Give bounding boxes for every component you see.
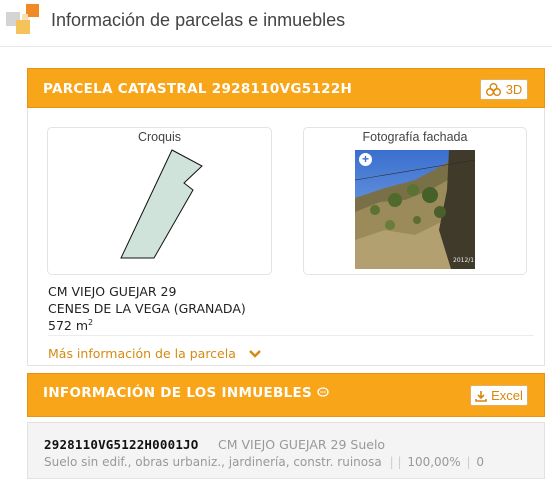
properties-panel: INFORMACIÓN DE LOS INMUEBLES Excel 29281… <box>27 373 545 479</box>
view-3d-button[interactable]: 3D <box>480 79 528 100</box>
parcel-panel-header: PARCELA CATASTRAL 2928110VG5122H 3D <box>27 68 545 108</box>
facade-photo-label: Fotografía fachada <box>362 130 468 144</box>
page-header: Información de parcelas e inmuebles <box>0 0 552 47</box>
property-details: Suelo sin edif., obras urbaniz., jardine… <box>44 455 485 469</box>
download-icon <box>475 390 487 402</box>
properties-title: INFORMACIÓN DE LOS INMUEBLES <box>43 374 329 412</box>
parcel-panel: PARCELA CATASTRAL 2928110VG5122H 3D Croq… <box>27 68 545 366</box>
parcel-sketch[interactable] <box>48 128 273 276</box>
property-row-main: 2928110VG5122H0001JO CM VIEJO GUEJAR 29 … <box>44 437 385 452</box>
excel-export-button[interactable]: Excel <box>470 385 528 406</box>
properties-panel-header: INFORMACIÓN DE LOS INMUEBLES Excel <box>27 373 545 417</box>
more-parcel-info-label: Más información de la parcela <box>48 346 236 361</box>
parcel-area: 572 m2 <box>48 318 94 334</box>
parcel-panel-body: Croquis Fotografía fachada 2012/1 + CM V… <box>27 108 545 366</box>
property-ref[interactable]: 2928110VG5122H0001JO <box>44 437 199 452</box>
parcel-divider <box>48 335 534 336</box>
property-address: CM VIEJO GUEJAR 29 Suelo <box>218 437 386 452</box>
more-parcel-info-link[interactable]: Más información de la parcela <box>48 346 262 361</box>
property-row[interactable]: 2928110VG5122H0001JO CM VIEJO GUEJAR 29 … <box>27 422 545 479</box>
expand-photo-icon[interactable]: + <box>359 153 372 166</box>
cadastre-logo-icon <box>6 4 40 38</box>
3d-view-icon <box>485 83 501 96</box>
view-3d-label: 3D <box>505 82 523 97</box>
excel-label: Excel <box>491 388 523 403</box>
svg-text:2012/1: 2012/1 <box>453 257 474 264</box>
chat-bubble-icon[interactable] <box>317 387 329 398</box>
croquis-box: Croquis <box>47 127 272 275</box>
parcel-address-line1: CM VIEJO GUEJAR 29 <box>48 284 177 299</box>
parcel-title: PARCELA CATASTRAL 2928110VG5122H <box>43 81 353 97</box>
chevron-down-icon <box>249 349 261 358</box>
page-title: Información de parcelas e inmuebles <box>51 10 346 30</box>
facade-photo-box: Fotografía fachada 2012/1 + <box>303 127 527 275</box>
facade-photo[interactable]: 2012/1 + <box>355 150 475 269</box>
parcel-address-line2: CENES DE LA VEGA (GRANADA) <box>48 301 246 316</box>
